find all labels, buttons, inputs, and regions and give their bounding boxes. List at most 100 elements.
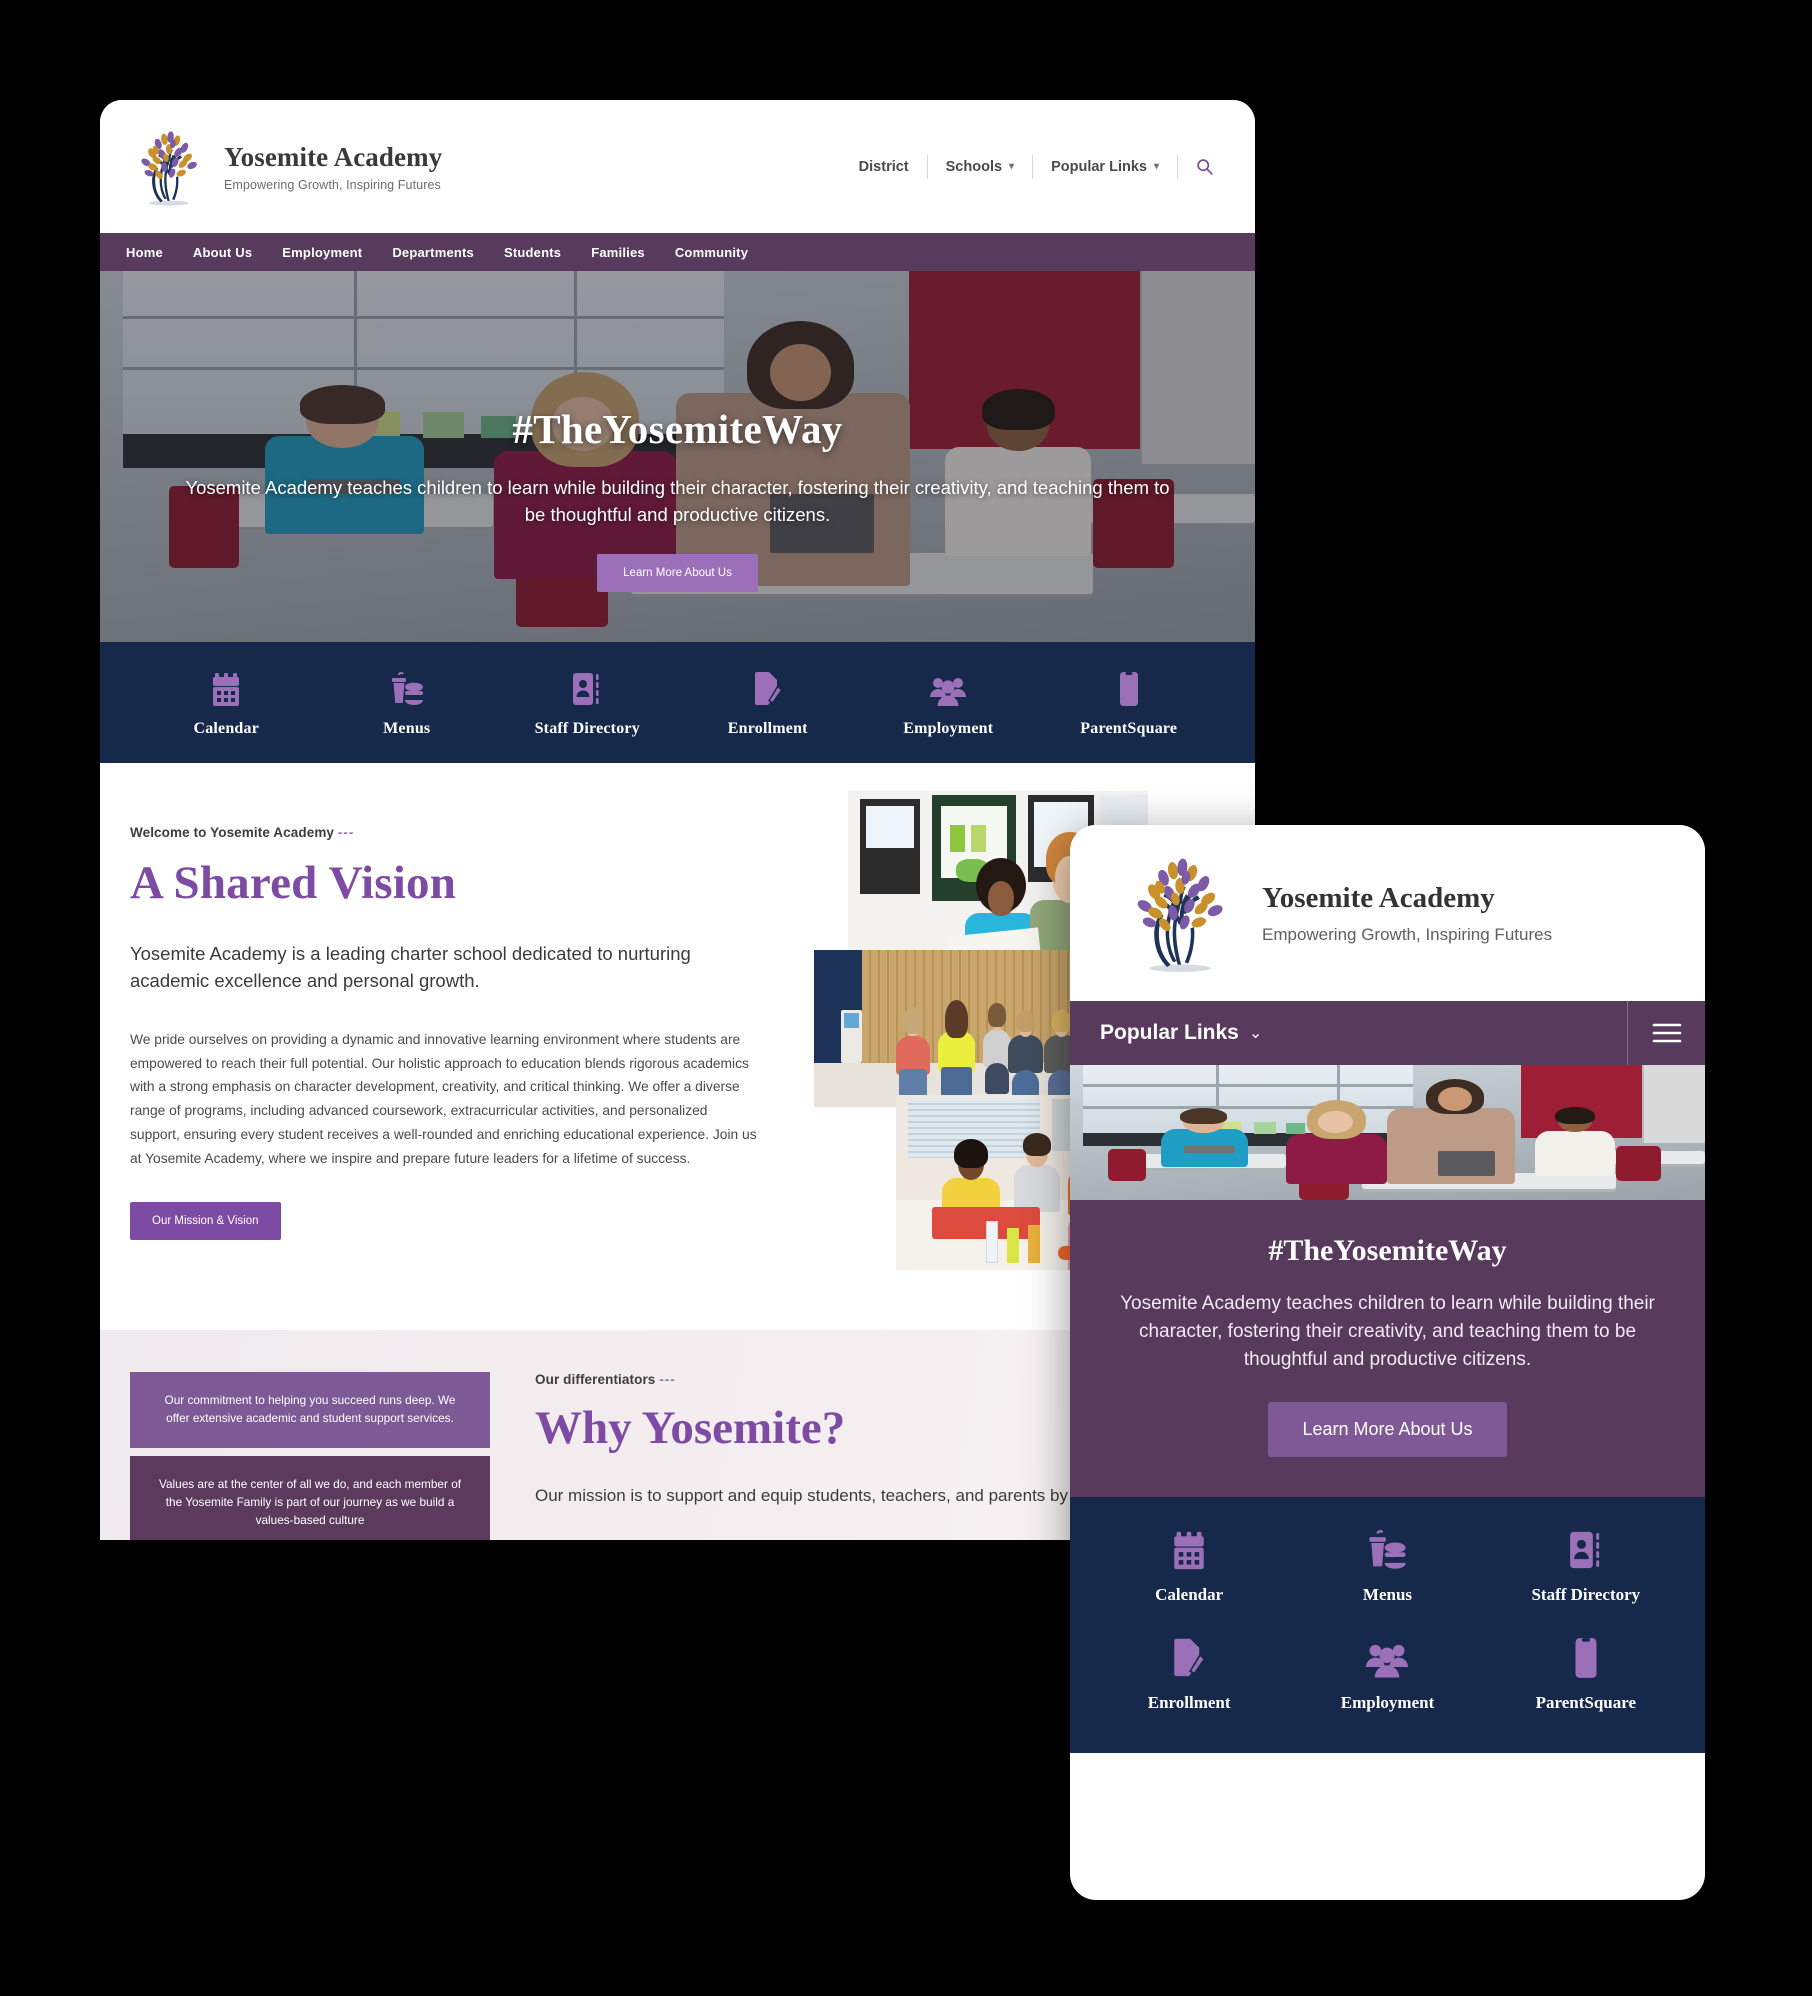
calendar-icon — [211, 667, 241, 707]
document-pencil-icon — [753, 667, 783, 707]
quick-link-label: Enrollment — [727, 720, 808, 737]
quick-link-menus[interactable]: Menus — [1288, 1525, 1486, 1605]
document-pencil-icon — [1172, 1633, 1206, 1679]
mobile-hero-content: #TheYosemiteWay Yosemite Academy teaches… — [1070, 1200, 1705, 1498]
quick-link-parentsquare[interactable]: ParentSquare — [1487, 1633, 1685, 1713]
mobile-brand-text: Yosemite Academy Empowering Growth, Insp… — [1262, 882, 1552, 945]
hero-title: #TheYosemiteWay — [512, 406, 843, 453]
quick-link-menus[interactable]: Menus — [324, 667, 490, 738]
desktop-hero: #TheYosemiteWay Yosemite Academy teaches… — [100, 271, 1255, 642]
contact-card-icon — [1569, 1525, 1603, 1571]
quick-link-enrollment[interactable]: Enrollment — [685, 667, 851, 738]
nav-item-community[interactable]: Community — [675, 245, 748, 260]
hero-subtitle: Yosemite Academy teaches children to lea… — [185, 477, 1170, 525]
nav-item-students[interactable]: Students — [504, 245, 561, 260]
quick-link-employment[interactable]: Employment — [1288, 1633, 1486, 1713]
mobile-preview-card: Yosemite Academy Empowering Growth, Insp… — [1070, 825, 1705, 1900]
quick-link-employment[interactable]: Employment — [865, 667, 1031, 738]
quick-link-staff-directory[interactable]: Staff Directory — [1487, 1525, 1685, 1605]
utility-nav: District Schools ▾ Popular Links ▾ — [841, 154, 1217, 179]
quick-link-label: Menus — [383, 720, 431, 737]
hero-learn-more-button[interactable]: Learn More About Us — [597, 553, 758, 592]
site-tagline: Empowering Growth, Inspiring Futures — [1262, 924, 1553, 944]
quick-link-label: ParentSquare — [1535, 1693, 1637, 1713]
nav-item-departments[interactable]: Departments — [392, 245, 474, 260]
utility-nav-item-district[interactable]: District — [841, 154, 928, 179]
quick-link-enrollment[interactable]: Enrollment — [1090, 1633, 1288, 1713]
vision-eyebrow: Welcome to Yosemite Academy --- — [130, 825, 760, 840]
vision-heading: A Shared Vision — [130, 857, 457, 909]
vision-eyebrow-text: Welcome to Yosemite Academy — [130, 825, 335, 840]
hero-subtitle: Yosemite Academy teaches children to lea… — [1120, 1293, 1655, 1371]
chevron-down-icon[interactable]: ⌄ — [1249, 1023, 1262, 1043]
desktop-main-nav: Home About Us Employment Departments Stu… — [100, 233, 1255, 271]
search-button[interactable] — [1178, 155, 1217, 179]
nav-item-employment[interactable]: Employment — [282, 245, 362, 260]
hero-content: #TheYosemiteWay Yosemite Academy teaches… — [100, 271, 1255, 642]
why-yosemite-text: Our differentiators --- Why Yosemite? Ou… — [490, 1372, 1082, 1540]
quick-link-calendar[interactable]: Calendar — [143, 667, 309, 738]
meal-icon — [1367, 1525, 1407, 1571]
brand-text: Yosemite Academy Empowering Growth, Insp… — [224, 142, 442, 192]
quick-link-label: Employment — [1340, 1693, 1435, 1713]
hero-title: #TheYosemiteWay — [1268, 1234, 1507, 1267]
tree-logo-icon — [130, 127, 208, 207]
why-eyebrow-dash: --- — [659, 1372, 676, 1387]
contact-card-icon — [572, 667, 602, 707]
mobile-popular-links-label[interactable]: Popular Links — [1100, 1021, 1239, 1045]
utility-nav-item-popular-links[interactable]: Popular Links ▾ — [1033, 154, 1178, 179]
why-eyebrow: Our differentiators --- — [535, 1372, 1082, 1387]
quick-link-label: Calendar — [1155, 1585, 1224, 1605]
mobile-phone-icon — [1573, 1633, 1599, 1679]
site-title: Yosemite Academy — [224, 141, 443, 172]
why-heading: Why Yosemite? — [535, 1402, 846, 1454]
hero-learn-more-button[interactable]: Learn More About Us — [1268, 1402, 1507, 1458]
differentiator-card: Our commitment to helping you succeed ru… — [130, 1372, 490, 1448]
why-body-paragraph: Our mission is to support and equip stud… — [535, 1486, 1083, 1505]
quick-link-label: Staff Directory — [534, 720, 640, 737]
search-icon — [1196, 158, 1213, 175]
site-tagline: Empowering Growth, Inspiring Futures — [224, 177, 441, 192]
nav-item-families[interactable]: Families — [591, 245, 645, 260]
brand-lockup[interactable]: Yosemite Academy Empowering Growth, Insp… — [130, 127, 442, 207]
calendar-icon — [1172, 1525, 1206, 1571]
mobile-site-header: Yosemite Academy Empowering Growth, Insp… — [1070, 825, 1705, 1001]
quick-link-staff-directory[interactable]: Staff Directory — [504, 667, 670, 738]
differentiator-cards: Our commitment to helping you succeed ru… — [130, 1372, 490, 1540]
utility-nav-label: District — [858, 158, 909, 175]
mobile-nav-bar: Popular Links ⌄ — [1070, 1001, 1705, 1065]
mobile-hero-photo — [1070, 1065, 1705, 1200]
mission-vision-button[interactable]: Our Mission & Vision — [130, 1202, 281, 1241]
site-title: Yosemite Academy — [1262, 881, 1495, 914]
utility-nav-label: Popular Links — [1051, 158, 1147, 175]
mobile-phone-icon — [1118, 667, 1140, 707]
people-icon — [1366, 1633, 1409, 1679]
people-icon — [930, 667, 967, 707]
chevron-down-icon: ▾ — [1009, 161, 1015, 172]
meal-icon — [390, 667, 424, 707]
mobile-quick-links-grid: Calendar Menus Staff Directory Enrollmen… — [1070, 1497, 1705, 1754]
desktop-quick-links-bar: Calendar Menus Staff Directory Enrollmen… — [100, 642, 1255, 763]
quick-link-label: Employment — [903, 720, 994, 737]
quick-link-parentsquare[interactable]: ParentSquare — [1046, 667, 1212, 738]
utility-nav-item-schools[interactable]: Schools ▾ — [928, 154, 1034, 179]
screenshot-stage: Yosemite Academy Empowering Growth, Insp… — [0, 0, 1812, 1996]
nav-item-about-us[interactable]: About Us — [193, 245, 252, 260]
vision-eyebrow-dash: --- — [337, 825, 355, 840]
quick-link-label: Menus — [1362, 1585, 1413, 1605]
quick-link-label: Enrollment — [1147, 1693, 1231, 1713]
collage-photo-hallway — [814, 950, 1114, 1107]
quick-link-calendar[interactable]: Calendar — [1090, 1525, 1288, 1605]
why-eyebrow-text: Our differentiators — [535, 1372, 656, 1387]
vision-body-paragraph: We pride ourselves on providing a dynami… — [130, 1032, 757, 1166]
utility-nav-label: Schools — [945, 158, 1003, 175]
quick-link-label: Calendar — [193, 720, 260, 737]
chevron-down-icon: ▾ — [1153, 161, 1159, 172]
hamburger-menu-icon[interactable] — [1627, 1001, 1705, 1065]
differentiator-card: Values are at the center of all we do, a… — [130, 1455, 490, 1540]
nav-item-home[interactable]: Home — [126, 245, 163, 260]
quick-link-label: Staff Directory — [1531, 1585, 1641, 1605]
desktop-site-header: Yosemite Academy Empowering Growth, Insp… — [100, 100, 1255, 233]
tree-logo-icon — [1120, 852, 1240, 974]
quick-link-label: ParentSquare — [1080, 720, 1178, 737]
